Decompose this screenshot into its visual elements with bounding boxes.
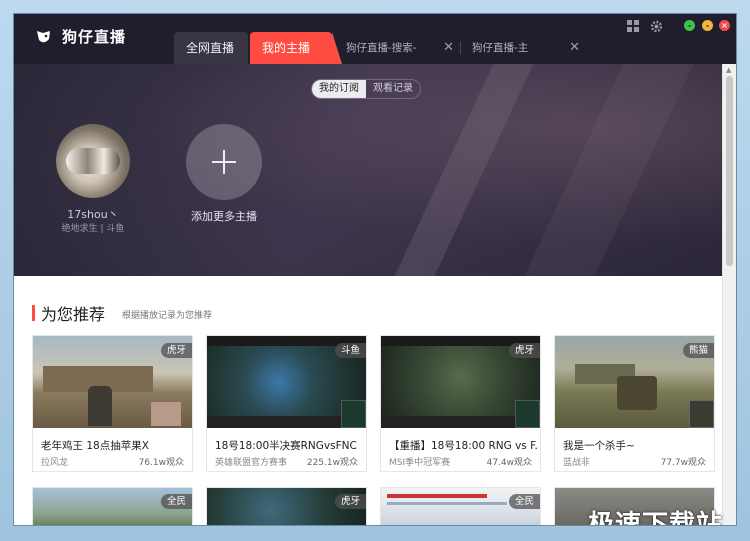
scroll-up-icon[interactable]: ▲ xyxy=(726,66,731,74)
gear-icon[interactable] xyxy=(649,20,663,34)
subscription-panel: 我的订阅 观看记录 17shou丶 绝地求生 | 斗鱼 添加更多主播 xyxy=(14,64,722,276)
recommend-subtitle: 根据播放记录为您推荐 xyxy=(122,311,213,321)
recommend-title: 为您推荐 xyxy=(41,305,106,324)
dog-logo-icon xyxy=(37,30,50,42)
desktop-background: 狗仔直播 全网直播 我的主播 狗仔直播-搜索- ✕ 狗仔直播-主播-17sh..… xyxy=(0,0,750,541)
title-bar: 狗仔直播 全网直播 我的主播 狗仔直播-搜索- ✕ 狗仔直播-主播-17sh..… xyxy=(14,14,736,86)
streamer-avatar[interactable] xyxy=(56,124,130,198)
minimap xyxy=(341,400,366,428)
toggle-watch-history[interactable]: 观看记录 xyxy=(366,80,420,98)
subscription-toggle: 我的订阅 观看记录 xyxy=(311,79,421,99)
minimize-button[interactable]: - xyxy=(684,20,695,31)
scrollbar[interactable]: ▲ xyxy=(722,64,736,525)
streamer-name: MSI季中冠军赛 xyxy=(389,458,451,468)
tab-label: 全网直播 xyxy=(186,41,235,55)
streamer-name: 英雄联盟官方赛事 xyxy=(215,458,288,468)
stream-thumbnail[interactable]: 虎牙 xyxy=(381,336,540,428)
tab-label: 我的主播 xyxy=(262,41,311,55)
tab-search[interactable]: 狗仔直播-搜索- ✕ xyxy=(334,32,460,64)
streamer-name: 蓝战非 xyxy=(563,458,591,468)
minimize-icon: - xyxy=(687,21,692,30)
app-logo: 狗仔直播 xyxy=(34,26,126,47)
streamer-name: 拉风龙 xyxy=(41,458,69,468)
stream-card[interactable]: 全民 xyxy=(32,487,193,525)
scene-player xyxy=(617,376,657,410)
platform-badge: 全民 xyxy=(160,494,192,509)
webcam-overlay xyxy=(151,402,181,426)
toggle-my-subscriptions[interactable]: 我的订阅 xyxy=(312,80,366,98)
stream-card[interactable]: 虎牙 xyxy=(206,487,367,525)
stream-title[interactable]: 老年鸡王 18点抽苹果X xyxy=(41,438,189,453)
scene-player xyxy=(88,386,112,426)
stream-thumbnail[interactable]: 熊猫 xyxy=(555,336,714,428)
stream-title[interactable]: 18号18:00半决赛RNGvsFNC xyxy=(215,438,363,453)
minimap xyxy=(689,400,714,428)
stream-title[interactable]: 我是一个杀手~ xyxy=(563,438,711,453)
stream-title[interactable]: 【重播】18号18:00 RNG vs F... xyxy=(389,438,537,453)
add-streamer-label[interactable]: 添加更多主播 xyxy=(174,208,274,224)
tab-my-streamers[interactable]: 我的主播 xyxy=(250,32,342,64)
viewer-count: 76.1w观众 xyxy=(138,458,184,468)
viewer-count: 47.4w观众 xyxy=(486,458,532,468)
stream-card[interactable]: 虎牙 【重播】18号18:00 RNG vs F... MSI季中冠军赛 47.… xyxy=(380,335,541,472)
background-decoration xyxy=(524,64,694,276)
close-tab-icon[interactable]: ✕ xyxy=(569,32,580,64)
stream-card[interactable]: 虎牙 老年鸡王 18点抽苹果X 拉风龙 76.1w观众 xyxy=(32,335,193,472)
maximize-button[interactable]: - xyxy=(702,20,713,31)
stream-thumbnail[interactable]: 斗鱼 xyxy=(207,336,366,428)
scroll-thumb[interactable] xyxy=(726,76,733,266)
tab-streamer-room[interactable]: 狗仔直播-主播-17sh... ✕ xyxy=(460,32,586,86)
streamer-meta: 绝地求生 | 斗鱼 xyxy=(61,224,125,234)
platform-badge: 虎牙 xyxy=(334,494,366,509)
stream-card[interactable]: 全民 xyxy=(380,487,541,525)
close-icon: × xyxy=(721,21,728,30)
add-streamer-button[interactable] xyxy=(186,124,262,200)
tab-all-live[interactable]: 全网直播 xyxy=(174,32,248,64)
close-button[interactable]: × xyxy=(719,20,730,31)
maximize-icon: - xyxy=(705,21,710,30)
tab-divider xyxy=(460,42,461,54)
viewer-count: 225.1w观众 xyxy=(306,458,358,468)
browser-bar xyxy=(387,494,487,498)
platform-badge: 虎牙 xyxy=(508,343,540,358)
stream-card[interactable]: 斗鱼 18号18:00半决赛RNGvsFNC 英雄联盟官方赛事 225.1w观众 xyxy=(206,335,367,472)
browser-line xyxy=(387,502,507,505)
platform-badge: 斗鱼 xyxy=(334,343,366,358)
close-tab-icon[interactable]: ✕ xyxy=(443,32,454,64)
minimap xyxy=(515,400,540,428)
streamer-name[interactable]: 17shou丶 xyxy=(38,206,148,222)
section-accent-bar xyxy=(32,305,35,321)
platform-badge: 虎牙 xyxy=(160,343,192,358)
site-watermark: 极速下载站 xyxy=(588,510,724,525)
app-name: 狗仔直播 xyxy=(62,28,127,46)
viewer-count: 77.7w观众 xyxy=(660,458,706,468)
stream-card[interactable]: 熊猫 我是一个杀手~ 蓝战非 77.7w观众 xyxy=(554,335,715,472)
plus-icon xyxy=(223,150,225,174)
app-window: 狗仔直播 全网直播 我的主播 狗仔直播-搜索- ✕ 狗仔直播-主播-17sh..… xyxy=(14,14,736,525)
tab-label: 狗仔直播-搜索- xyxy=(346,42,417,54)
grid-icon[interactable] xyxy=(626,20,640,34)
platform-badge: 熊猫 xyxy=(682,343,714,358)
stream-thumbnail[interactable]: 虎牙 xyxy=(33,336,192,428)
platform-badge: 全民 xyxy=(508,494,540,509)
cat-photo xyxy=(66,148,120,174)
